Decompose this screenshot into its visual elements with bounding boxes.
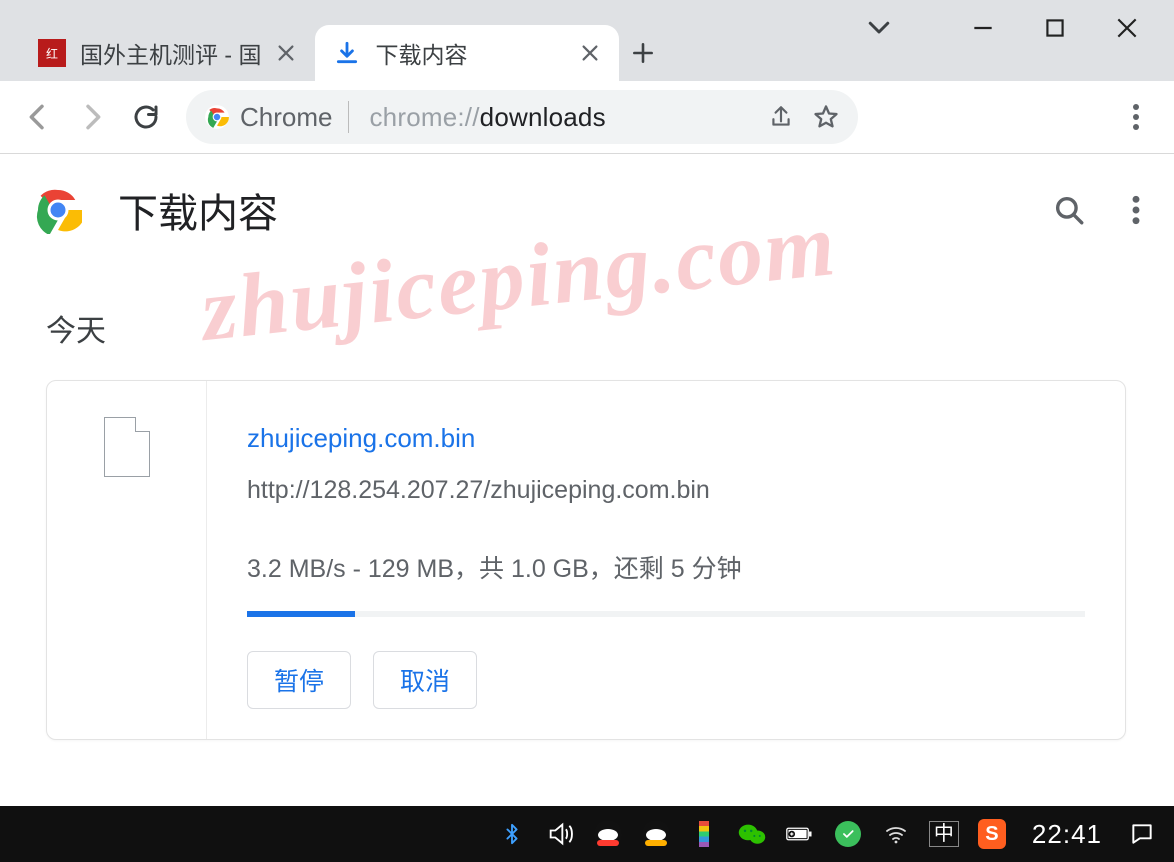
ime-indicator[interactable]: 中 [930, 820, 958, 848]
download-actions: 暂停 取消 [247, 651, 1085, 709]
date-section-label: 今天 [46, 306, 1174, 350]
maximize-button[interactable] [1042, 15, 1068, 41]
download-icon [333, 39, 361, 67]
action-center-icon[interactable] [1128, 820, 1156, 848]
download-source-url[interactable]: http://128.254.207.27/zhujiceping.com.bi… [247, 476, 1085, 505]
download-file-type-panel [47, 381, 207, 739]
security-shield-icon[interactable] [834, 820, 862, 848]
tab-strip: 红 国外主机测评 - 国 下载内容 [0, 0, 667, 81]
share-icon[interactable] [768, 104, 794, 130]
minimize-button[interactable] [970, 15, 996, 41]
site-chip: Chrome [204, 101, 355, 133]
bookmark-star-icon[interactable] [812, 103, 840, 131]
tab-inactive-1[interactable]: 红 国外主机测评 - 国 [20, 25, 315, 81]
address-bar[interactable]: Chrome chrome://downloads [186, 90, 858, 144]
tab-list-chevron-icon[interactable] [864, 12, 894, 42]
download-progress-fill [247, 611, 355, 617]
system-tray: 中 S 22:41 [498, 819, 1156, 850]
search-downloads-icon[interactable] [1052, 193, 1086, 227]
qq-icon-2[interactable] [642, 820, 670, 848]
browser-menu-button[interactable] [1116, 97, 1156, 137]
chip-label: Chrome [240, 102, 332, 133]
new-tab-button[interactable] [619, 25, 667, 81]
browser-toolbar: Chrome chrome://downloads [0, 81, 1174, 154]
wechat-icon[interactable] [738, 820, 766, 848]
cancel-button[interactable]: 取消 [373, 651, 477, 709]
wifi-icon[interactable] [882, 820, 910, 848]
sogou-ime-icon[interactable]: S [978, 820, 1006, 848]
windows-taskbar[interactable]: 中 S 22:41 [0, 806, 1174, 862]
url-text: chrome://downloads [369, 102, 605, 133]
downloads-menu-icon[interactable] [1132, 194, 1140, 226]
favicon-site-icon: 红 [38, 39, 66, 67]
qq-icon-1[interactable] [594, 820, 622, 848]
page-title: 下载内容 [118, 181, 278, 239]
taskbar-clock[interactable]: 22:41 [1032, 819, 1102, 850]
download-progress-text: 3.2 MB/s - 129 MB，共 1.0 GB，还剩 5 分钟 [247, 549, 1085, 585]
battery-icon[interactable] [786, 820, 814, 848]
downloads-body: zhujiceping.com 今天 zhujiceping.com.bin h… [0, 266, 1174, 806]
chrome-logo-icon [34, 186, 82, 234]
browser-title-bar: 红 国外主机测评 - 国 下载内容 [0, 0, 1174, 81]
tab-title: 下载内容 [375, 36, 467, 70]
tab-active-downloads[interactable]: 下载内容 [315, 25, 619, 81]
tab-title: 国外主机测评 - 国 [80, 36, 261, 70]
download-item-card: zhujiceping.com.bin http://128.254.207.2… [46, 380, 1126, 740]
download-filename[interactable]: zhujiceping.com.bin [247, 423, 1085, 454]
close-tab-icon[interactable] [579, 42, 601, 64]
window-controls [970, 0, 1174, 55]
rainbow-app-icon[interactable] [690, 820, 718, 848]
forward-button[interactable] [72, 97, 112, 137]
back-button[interactable] [18, 97, 58, 137]
bluetooth-icon[interactable] [498, 820, 526, 848]
close-tab-icon[interactable] [275, 42, 297, 64]
downloads-page-header: 下载内容 [0, 154, 1174, 266]
close-window-button[interactable] [1114, 15, 1140, 41]
pause-button[interactable]: 暂停 [247, 651, 351, 709]
reload-button[interactable] [126, 97, 166, 137]
volume-icon[interactable] [546, 820, 574, 848]
download-progress-bar [247, 611, 1085, 617]
file-icon [104, 417, 150, 477]
chrome-logo-icon [204, 104, 230, 130]
